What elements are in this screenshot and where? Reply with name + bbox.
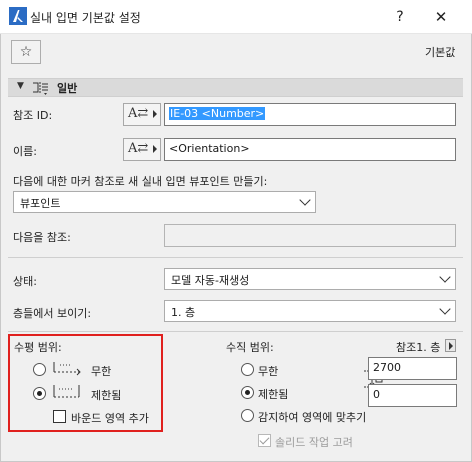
status-dropdown[interactable]: 모델 자동-재생성 (164, 268, 456, 290)
section-title: 일반 (57, 82, 78, 95)
default-label: 기본값 (425, 46, 456, 59)
vertical-bottom-input[interactable]: 0 (368, 384, 457, 407)
divider (8, 257, 463, 258)
help-button[interactable]: ? (389, 6, 411, 28)
horizontal-limited-icon (53, 385, 80, 398)
archicad-icon (9, 7, 27, 25)
status-value: 모델 자동-재생성 (171, 274, 250, 287)
chevron-down-icon (439, 303, 451, 315)
vertical-limited-label: 제한됨 (258, 388, 289, 401)
solid-operations-checkbox[interactable] (258, 434, 271, 447)
star-icon: ☆ (19, 44, 33, 60)
show-on-stories-dropdown[interactable]: 1. 층 (164, 300, 456, 322)
reference-id-value: IE-03 <Number> (169, 107, 266, 120)
favorites-button[interactable]: ☆ (11, 40, 41, 64)
collapse-arrow-icon[interactable]: ▼ (17, 81, 24, 91)
vertical-limited-radio[interactable] (241, 386, 254, 399)
reference-id-label: 참조 ID: (13, 109, 53, 122)
chevron-down-icon (439, 271, 451, 283)
dropdown-arrow-icon (153, 110, 157, 118)
vertical-reference-label: 참조1. 층 (396, 341, 441, 354)
refer-to-input (164, 224, 456, 247)
chevron-down-icon (299, 194, 311, 206)
autotext-icon: A⇄ (128, 141, 149, 156)
create-viewpoint-value: 뷰포인트 (20, 197, 61, 210)
vertical-unlimited-radio[interactable] (241, 363, 254, 376)
window-title: 실내 입면 기본값 설정 (30, 11, 141, 25)
create-viewpoint-label: 다음에 대한 마커 참조로 새 실내 입면 뷰포인트 만들기: (13, 175, 268, 188)
horizontal-range-label: 수평 범위: (14, 341, 62, 354)
name-autotext-button[interactable]: A⇄ (123, 138, 161, 161)
create-viewpoint-dropdown[interactable]: 뷰포인트 (13, 191, 316, 213)
dropdown-arrow-icon (153, 145, 157, 153)
add-bounding-label: 바운드 영역 추가 (71, 412, 149, 425)
horizontal-unlimited-radio[interactable] (33, 363, 46, 376)
vertical-unlimited-label: 무한 (258, 365, 279, 378)
name-input[interactable]: <Orientation> (164, 138, 456, 161)
show-on-stories-label: 층들에서 보이기: (13, 307, 92, 320)
horizontal-limited-radio[interactable] (33, 387, 46, 400)
elevation-section-icon (33, 82, 48, 95)
divider (8, 331, 463, 332)
refer-to-label: 다음을 참조: (13, 231, 71, 244)
horizontal-unlimited-icon (53, 362, 81, 376)
reference-id-input[interactable]: IE-03 <Number> (164, 103, 456, 126)
show-on-stories-value: 1. 층 (171, 306, 196, 319)
vertical-fit-label: 감지하여 영역에 맞추기 (258, 411, 367, 424)
reference-id-autotext-button[interactable]: A⇄ (123, 103, 161, 126)
vertical-reference-button[interactable] (445, 339, 456, 352)
vertical-top-input[interactable]: 2700 (368, 357, 457, 380)
autotext-icon: A⇄ (128, 106, 149, 121)
status-label: 상태: (13, 275, 37, 288)
solid-operations-label: 솔리드 작업 고려 (275, 436, 353, 449)
horizontal-limited-label: 제한됨 (91, 389, 122, 402)
name-label: 이름: (13, 145, 37, 158)
add-bounding-checkbox[interactable] (53, 410, 66, 423)
horizontal-unlimited-label: 무한 (91, 365, 112, 378)
vertical-fit-radio[interactable] (241, 409, 254, 422)
vertical-range-label: 수직 범위: (226, 341, 274, 354)
close-button[interactable]: ✕ (430, 6, 452, 28)
